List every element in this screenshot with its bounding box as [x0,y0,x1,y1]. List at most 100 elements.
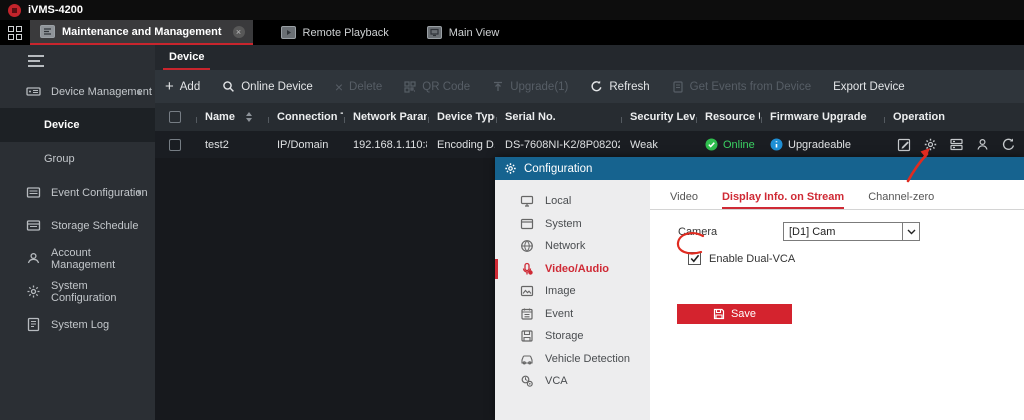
dialog-nav-storage[interactable]: Storage [495,325,650,348]
dialog-nav-video-audio[interactable]: Video/Audio [495,258,650,281]
sort-icon[interactable] [246,112,252,122]
sidebar-item-device-management[interactable]: Device Management ▲ [0,75,155,108]
column-header-operation[interactable]: | Operation [883,111,1019,123]
dialog-nav-vehicle-detection[interactable]: Vehicle Detection [495,348,650,371]
upload-icon [492,81,504,93]
camera-label: Camera [678,226,783,238]
chevron-down-icon[interactable] [902,223,919,240]
qr-icon [404,81,416,93]
collapse-menu-button[interactable] [28,55,44,67]
row-checkbox[interactable] [169,139,181,151]
sidebar-item-system-configuration[interactable]: System Configuration [0,275,155,308]
dialog-nav-image[interactable]: Image [495,280,650,303]
page-tabbar: Device [155,45,1024,70]
sidebar-item-label: Account Management [51,247,155,271]
column-header-name[interactable]: | Name [195,111,267,123]
dialog-nav-event[interactable]: Event [495,303,650,326]
tab-display-info-on-stream[interactable]: Display Info. on Stream [722,191,844,209]
cell-name: test2 [195,139,267,151]
configuration-dialog: Configuration Local System Network V [495,157,1024,420]
monitor-icon [427,26,442,39]
dialog-tabbar: Video Display Info. on Stream Channel-ze… [650,180,1024,210]
main-tabbar: Maintenance and Management × Remote Play… [0,20,1024,45]
grid-icon [8,26,22,40]
sidebar-item-label: Event Configuration [51,187,148,199]
image-icon [519,284,534,299]
gear-icon[interactable] [923,137,938,152]
cell-serial: DS-7608NI-K2/8P0820200... [495,139,620,151]
dialog-nav: Local System Network Video/Audio Image [495,180,650,420]
refresh-icon[interactable] [1001,137,1016,152]
check-icon [690,254,700,263]
add-button[interactable]: + Add [165,81,200,93]
tab-maintenance-and-management[interactable]: Maintenance and Management × [30,20,253,45]
column-header-network[interactable]: | Network Param... [343,111,427,123]
column-header-connection[interactable]: | Connection T... [267,111,343,123]
tab-device[interactable]: Device [163,51,210,70]
refresh-button[interactable]: Refresh [590,80,649,93]
camera-select-value: [D1] Cam [789,226,835,238]
dialog-nav-vca[interactable]: VCA [495,370,650,393]
storage-icon[interactable] [949,137,964,152]
caret-down-icon: ▼ [135,188,143,197]
online-device-button[interactable]: Online Device [222,80,313,93]
sidebar-item-label: Group [44,153,75,165]
gear-icon [504,162,517,175]
monitor-icon [519,194,534,209]
qr-code-button[interactable]: QR Code [404,81,470,93]
tab-video[interactable]: Video [670,191,698,209]
enable-dual-vca-label: Enable Dual-VCA [709,253,795,265]
dialog-nav-local[interactable]: Local [495,190,650,213]
cell-firmware: Upgradeable [760,138,883,151]
delete-button[interactable]: × Delete [335,79,382,95]
column-header-resource[interactable]: | Resource Us... [695,111,760,123]
sidebar-item-system-log[interactable]: System Log [0,308,155,341]
tab-main-view[interactable]: Main View [417,20,510,45]
close-icon[interactable]: × [233,26,245,38]
sidebar-item-label: System Log [51,319,109,331]
export-device-button[interactable]: Export Device [833,81,905,93]
edit-icon[interactable] [897,137,912,152]
event-icon [519,306,534,321]
apps-grid-button[interactable] [0,20,30,45]
cell-resource: Online [695,138,760,151]
tab-label: Maintenance and Management [62,26,222,38]
dialog-nav-system[interactable]: System [495,213,650,236]
tab-remote-playback[interactable]: Remote Playback [271,20,399,45]
globe-icon [519,239,534,254]
dialog-titlebar[interactable]: Configuration [495,157,1024,180]
hikvision-logo-icon [8,4,21,17]
playback-icon [281,26,296,39]
camera-select[interactable]: [D1] Cam [783,222,920,241]
device-management-icon [26,84,41,99]
sidebar-item-event-configuration[interactable]: Event Configuration ▼ [0,176,155,209]
column-header-device-type[interactable]: | Device Type [427,111,495,123]
save-icon [713,308,725,320]
app-title: iVMS-4200 [28,4,83,16]
table-row[interactable]: test2 IP/Domain 192.168.1.110:8... Encod… [155,131,1024,158]
column-header-security[interactable]: | Security Level [620,111,695,123]
upgrade-button[interactable]: Upgrade(1) [492,81,568,93]
sidebar-item-label: Storage Schedule [51,220,138,232]
column-header-serial[interactable]: | Serial No. [495,111,620,123]
enable-dual-vca-checkbox[interactable] [688,252,701,265]
sidebar-item-group[interactable]: Group [0,142,155,176]
sidebar-item-device[interactable]: Device [0,108,155,142]
sidebar-item-storage-schedule[interactable]: Storage Schedule [0,209,155,242]
column-header-firmware[interactable]: | Firmware Upgrade [760,111,883,123]
refresh-icon [590,80,603,93]
vehicle-icon [519,351,534,366]
search-icon [222,80,235,93]
device-toolbar: + Add Online Device × Delete [155,70,1024,103]
dialog-nav-network[interactable]: Network [495,235,650,258]
tab-channel-zero[interactable]: Channel-zero [868,191,934,209]
sidebar-item-label: Device [44,119,79,131]
user-icon[interactable] [975,137,990,152]
save-button[interactable]: Save [677,304,792,324]
sidebar-item-account-management[interactable]: Account Management [0,242,155,275]
dialog-content: Video Display Info. on Stream Channel-ze… [650,180,1024,420]
window-icon [519,216,534,231]
get-events-button[interactable]: Get Events from Device [672,81,811,93]
check-circle-icon [705,138,718,151]
select-all-checkbox[interactable] [169,111,181,123]
